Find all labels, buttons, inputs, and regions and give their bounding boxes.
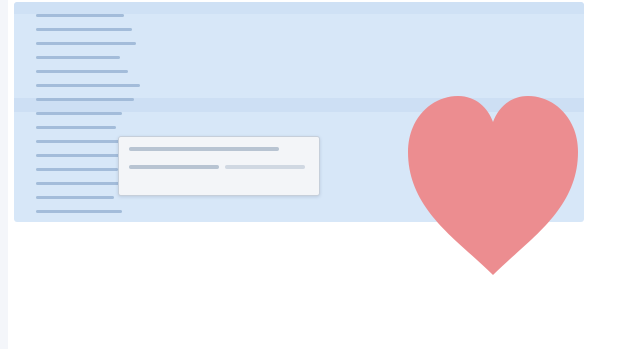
list-item-text: [36, 69, 128, 73]
input-text-line: [225, 165, 305, 169]
list-item-text: [36, 83, 140, 87]
heart-icon: [398, 90, 588, 280]
list-item-text: [36, 41, 136, 45]
list-item-text: [36, 55, 120, 59]
list-item-text: [36, 27, 132, 31]
heart-shape: [408, 96, 578, 275]
list-item[interactable]: [36, 106, 146, 120]
list-item-text: [36, 153, 126, 157]
window-edge: [0, 0, 8, 349]
list-item[interactable]: [36, 204, 146, 218]
list-item-text: [36, 209, 122, 213]
list-item[interactable]: [36, 50, 146, 64]
list-item[interactable]: [36, 36, 146, 50]
text-input-box[interactable]: [118, 136, 320, 196]
app-window: [0, 0, 620, 349]
list-item-text: [36, 97, 134, 101]
input-text-line: [129, 147, 279, 151]
list-item-text: [36, 111, 122, 115]
list-item-text: [36, 125, 116, 129]
list-item-text: [36, 195, 114, 199]
list-item[interactable]: [36, 78, 146, 92]
list-item-text: [36, 139, 130, 143]
input-text-line: [129, 165, 219, 169]
list-item[interactable]: [36, 92, 146, 106]
list-item[interactable]: [36, 8, 146, 22]
list-item-text: [36, 167, 118, 171]
list-item[interactable]: [36, 120, 146, 134]
list-item[interactable]: [36, 22, 146, 36]
list-item[interactable]: [36, 64, 146, 78]
list-item-text: [36, 13, 124, 17]
list-item-text: [36, 181, 124, 185]
